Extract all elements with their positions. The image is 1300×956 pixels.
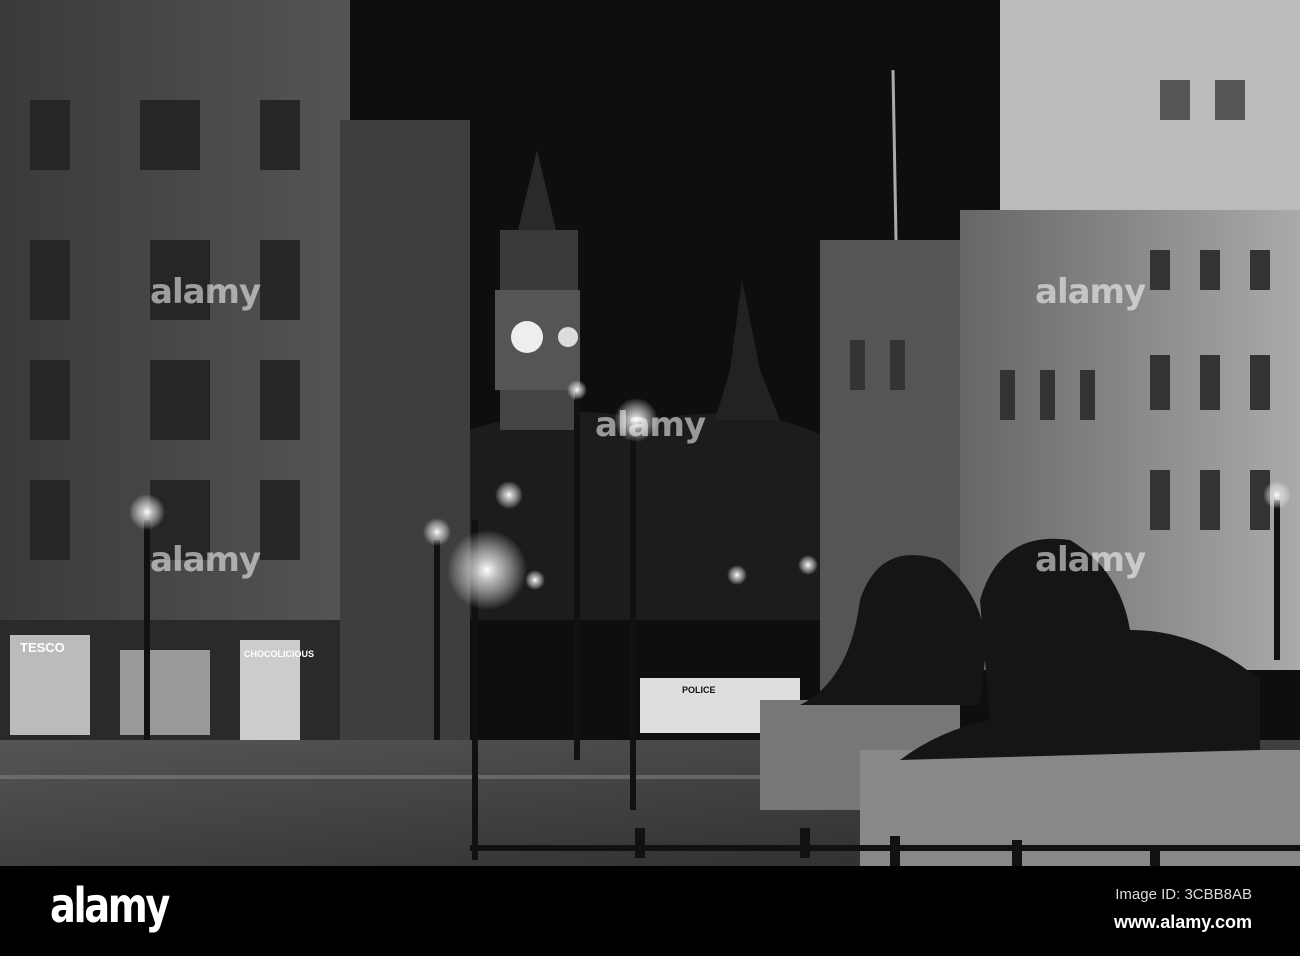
footer-bar: alamy Image ID: 3CBB8AB www.alamy.com xyxy=(0,866,1300,956)
chocolicious-sign: CHOCOLICIOUS xyxy=(244,649,314,659)
site-url: www.alamy.com xyxy=(1113,912,1252,932)
photo-trafalgar-night: TESCO CHOCOLICIOUS POLICE alamy alamy al… xyxy=(0,0,1300,866)
police-sign: POLICE xyxy=(682,685,716,695)
image-id: Image ID: 3CBB8AB xyxy=(1115,886,1252,903)
trees xyxy=(470,412,830,620)
alamy-logo: alamy xyxy=(50,878,170,934)
tesco-sign: TESCO xyxy=(20,640,65,655)
scene: TESCO CHOCOLICIOUS POLICE xyxy=(0,0,1300,866)
